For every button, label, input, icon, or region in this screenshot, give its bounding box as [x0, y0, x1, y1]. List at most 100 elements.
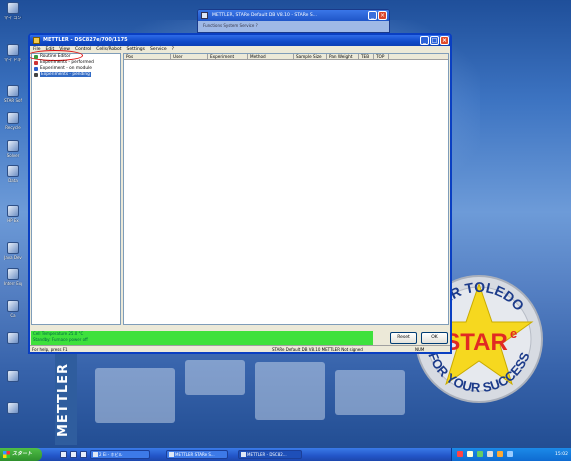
- main-window-title: METTLER - DSC827e/700/1175: [43, 37, 128, 43]
- desktop-shortcut[interactable]: [4, 370, 22, 383]
- stare-software-window[interactable]: METTLER, STARe Default DB V8.10 - STARe …: [197, 9, 390, 33]
- tray-icon[interactable]: [477, 451, 483, 457]
- java-icon: [7, 242, 19, 254]
- data-icon: [7, 165, 19, 177]
- recycle-bin-icon: [7, 112, 19, 124]
- badge-star-text: STAR: [444, 329, 508, 356]
- column-method[interactable]: Method: [248, 54, 294, 59]
- menu-cells-robot[interactable]: Cells/Robot: [96, 46, 121, 53]
- system-tray: 15:02: [451, 448, 571, 461]
- desktop-shortcut[interactable]: Solver: [4, 140, 22, 158]
- tray-icon[interactable]: [487, 451, 493, 457]
- maximize-icon[interactable]: □: [430, 36, 439, 45]
- menu-help[interactable]: ?: [172, 46, 174, 53]
- experiments-pending-icon: [34, 73, 38, 77]
- tray-icon[interactable]: [457, 451, 463, 457]
- desktop-shortcut[interactable]: [4, 402, 22, 415]
- close-icon[interactable]: ×: [440, 36, 449, 45]
- desktop-shortcut[interactable]: マイ コンピュータ: [4, 2, 22, 20]
- taskbar-clock[interactable]: 15:02: [555, 448, 568, 461]
- instrument-image: [255, 362, 325, 420]
- tray-icon[interactable]: [467, 451, 473, 457]
- start-button[interactable]: スタート: [0, 448, 42, 461]
- tree-item-experiments-pending[interactable]: Experiments - pending: [32, 72, 120, 78]
- status-database-text: STARe Default DB V8.10 METTLER Not signe…: [272, 347, 363, 352]
- desktop-shortcut[interactable]: Java Dev: [4, 242, 22, 260]
- menu-settings[interactable]: Settings: [127, 46, 145, 53]
- experiment-list[interactable]: Pos User Experiment Method Sample Size P…: [123, 53, 449, 325]
- taskbar-task-1[interactable]: 2 Ei - ホビル: [90, 450, 150, 459]
- reset-button[interactable]: Reset: [390, 332, 417, 344]
- tray-icon[interactable]: [497, 451, 503, 457]
- close-icon[interactable]: ×: [378, 11, 387, 20]
- column-experiment[interactable]: Experiment: [208, 54, 248, 59]
- taskbar-task-3[interactable]: METTLER - DSC82...: [238, 450, 302, 459]
- desktop-shortcut-label: Java Dev: [4, 255, 22, 260]
- desktop-shortcut-label: Interr Expl: [4, 281, 22, 286]
- desktop-shortcut[interactable]: マイ ドキュメント: [4, 44, 22, 62]
- windows-flag-icon: [3, 451, 10, 458]
- mini-window-titlebar[interactable]: METTLER, STARe Default DB V8.10 - STARe …: [198, 10, 389, 21]
- mini-window-menu[interactable]: Functions System Service ?: [198, 21, 389, 31]
- hp-ex-icon: [7, 205, 19, 217]
- app-icon: [33, 37, 40, 44]
- dsc-control-window[interactable]: METTLER - DSC827e/700/1175 _ □ × File Ed…: [28, 33, 452, 354]
- desktop-shortcut[interactable]: Interr Expl: [4, 268, 22, 286]
- desktop-shortcut[interactable]: Recycle: [4, 112, 22, 130]
- taskbar: スタート 2 Ei - ホビル METTLER STARe S... METTL…: [0, 448, 571, 461]
- furnace-status-text: Standby: Furnace power off: [33, 337, 88, 342]
- my-documents-icon: [7, 44, 19, 56]
- menu-service[interactable]: Service: [150, 46, 167, 53]
- taskbar-task-2[interactable]: METTLER STARe S...: [166, 450, 228, 459]
- desktop-shortcut[interactable]: Data: [4, 165, 22, 183]
- tray-icon[interactable]: [507, 451, 513, 457]
- desktop-shortcut[interactable]: HP Ex: [4, 205, 22, 223]
- instrument-image: [185, 360, 245, 395]
- desktop-shortcut-label: Ca: [10, 313, 16, 318]
- column-sample-size[interactable]: Sample Size: [294, 54, 327, 59]
- quick-launch-icon[interactable]: [70, 451, 77, 458]
- routine-editor-icon: [34, 55, 38, 59]
- desktop-shortcut-label: マイ ドキュメント: [4, 57, 22, 62]
- internet-explorer-icon: [7, 268, 19, 280]
- task-icon: [169, 452, 174, 457]
- desktop-shortcut-label: Recycle: [5, 125, 21, 130]
- star-software-icon: [7, 85, 19, 97]
- my-computer-icon: [7, 2, 19, 14]
- desktop-shortcut-label: マイ コンピュータ: [4, 15, 22, 20]
- mini-window-title: METTLER, STARe Default DB V8.10 - STARe …: [212, 13, 317, 18]
- column-pos[interactable]: Pos: [124, 54, 171, 59]
- shortcut-icon: [7, 332, 19, 344]
- status-num-lock: NUM: [415, 347, 425, 352]
- status-bar: For help, press F1 STARe Default DB V8.1…: [30, 345, 450, 352]
- minimize-icon[interactable]: _: [368, 11, 377, 20]
- app-icon: [201, 12, 208, 19]
- desktop-shortcut-label: Data: [8, 178, 18, 183]
- minimize-icon[interactable]: _: [420, 36, 429, 45]
- desktop-shortcut-label: Solver: [6, 153, 20, 158]
- desktop-shortcut-label: HP Ex: [7, 218, 19, 223]
- experiment-module-icon: [34, 67, 38, 71]
- column-pan-weight[interactable]: Pan Weight: [327, 54, 359, 59]
- task-icon: [241, 452, 246, 457]
- badge-superscript: e: [510, 326, 517, 341]
- quick-launch-icon[interactable]: [80, 451, 87, 458]
- start-label: スタート: [12, 451, 33, 457]
- ok-button[interactable]: OK: [421, 332, 448, 344]
- desktop-shortcut[interactable]: STAR Softw: [4, 85, 22, 103]
- column-user[interactable]: User: [171, 54, 208, 59]
- calc-icon: [7, 300, 19, 312]
- column-teb[interactable]: TEB: [359, 54, 374, 59]
- instrument-image: [335, 370, 405, 415]
- solver-icon: [7, 140, 19, 152]
- quick-launch-icon[interactable]: [60, 451, 67, 458]
- menu-bar: File Edit View Control Cells/Robot Setti…: [30, 46, 450, 53]
- mettler-logo-text: METTLER: [56, 362, 71, 438]
- experiments-performed-icon: [34, 61, 38, 65]
- experiment-tree: Routine Editor Experiments - performed E…: [30, 50, 121, 325]
- desktop-shortcut[interactable]: Ca: [4, 300, 22, 318]
- shortcut-icon: [7, 370, 19, 382]
- column-top[interactable]: TOP: [374, 54, 389, 59]
- main-window-titlebar[interactable]: METTLER - DSC827e/700/1175 _ □ ×: [30, 35, 450, 46]
- desktop-shortcut[interactable]: [4, 332, 22, 345]
